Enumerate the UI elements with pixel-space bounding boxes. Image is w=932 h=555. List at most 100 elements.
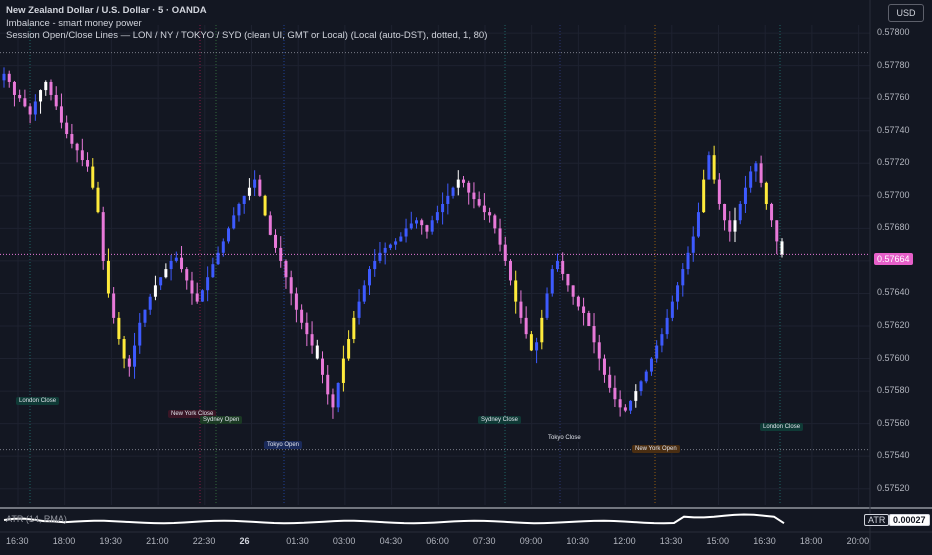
price-tick-label: 0.57720 — [877, 157, 910, 168]
time-tick-label: 07:30 — [473, 536, 496, 546]
candle-body — [258, 179, 262, 196]
candle-body — [96, 187, 100, 213]
time-tick-label: 03:00 — [332, 536, 356, 546]
time-tick-label: 06:00 — [426, 536, 449, 546]
candle-body — [7, 73, 11, 82]
candle-body — [571, 285, 575, 297]
candle-body — [451, 187, 455, 196]
candle-body — [775, 220, 779, 242]
candle-body — [482, 205, 486, 213]
candle-body — [263, 195, 267, 216]
time-tick-label: 16:30 — [753, 536, 776, 546]
candle-body — [467, 182, 471, 193]
candle-body — [75, 143, 79, 151]
candle-body — [133, 345, 137, 367]
candle-body — [227, 228, 231, 242]
chart-legend: New Zealand Dollar / U.S. Dollar · 5 · O… — [6, 5, 487, 43]
candle-body — [274, 234, 278, 248]
indicator-imbalance[interactable]: Imbalance - smart money power — [6, 18, 487, 31]
candle-body — [180, 257, 184, 270]
candle-body — [190, 280, 194, 294]
candle-body — [764, 182, 768, 204]
candle-body — [545, 293, 549, 318]
candle-body — [602, 358, 606, 375]
candle-body — [326, 374, 330, 395]
candle-body — [33, 101, 37, 115]
candle-body — [655, 345, 659, 359]
candle-body — [535, 342, 539, 351]
candle-body — [315, 345, 319, 359]
candle-body — [618, 399, 622, 408]
candle-body — [127, 358, 131, 367]
candle-body — [174, 257, 178, 261]
candle-body — [503, 244, 507, 261]
candle-body — [404, 228, 408, 237]
candle-body — [519, 301, 523, 318]
time-tick-label: 10:30 — [566, 536, 589, 546]
candle-body — [738, 203, 742, 221]
time-tick-label: 20:00 — [846, 536, 870, 546]
time-tick-label: 04:30 — [379, 536, 403, 546]
candle-body — [91, 166, 95, 188]
price-tick-label: 0.57540 — [877, 450, 910, 461]
candle-body — [80, 150, 84, 161]
candle-body — [28, 106, 32, 115]
candle-body — [441, 203, 445, 213]
candle-body — [670, 301, 674, 318]
candle-body — [18, 94, 22, 99]
atr-indicator-label[interactable]: ATR (14, RMA) — [6, 514, 67, 524]
candle-body — [143, 309, 147, 323]
candle-body — [54, 94, 58, 107]
candle-body — [613, 387, 617, 400]
candle-body — [446, 195, 450, 204]
candle-body — [383, 247, 387, 253]
candle-body — [524, 317, 528, 335]
candle-body — [294, 293, 298, 310]
candle-body — [237, 203, 241, 216]
time-tick-label: 12:00 — [613, 536, 636, 546]
candle-body — [754, 163, 758, 172]
price-tick-label: 0.57700 — [877, 189, 910, 200]
candle-body — [49, 81, 53, 95]
candle-body — [336, 382, 340, 408]
candle-body — [352, 317, 356, 340]
candle-body — [242, 195, 246, 204]
candle-body — [164, 269, 168, 278]
atr-line — [3, 513, 785, 525]
candle-body — [759, 163, 763, 183]
candle-body — [493, 215, 497, 229]
time-tick-label: 16:30 — [6, 536, 29, 546]
candle-body — [305, 322, 309, 335]
candle-body — [86, 160, 90, 167]
price-chart[interactable] — [0, 0, 932, 550]
candle-body — [122, 339, 126, 359]
candle-body — [253, 179, 257, 188]
candle-body — [2, 73, 6, 81]
candle-body — [347, 339, 351, 359]
candle-body — [216, 252, 220, 265]
candle-body — [696, 212, 700, 237]
candle-body — [576, 296, 580, 307]
symbol-title[interactable]: New Zealand Dollar / U.S. Dollar · 5 · O… — [6, 5, 487, 18]
candle-body — [388, 244, 392, 248]
price-tick-label: 0.57580 — [877, 385, 910, 396]
time-tick-label: 21:00 — [146, 536, 169, 546]
candle-body — [555, 260, 559, 270]
candle-body — [770, 203, 774, 221]
price-tick-label: 0.57800 — [877, 27, 910, 38]
time-tick-label: 15:00 — [706, 536, 730, 546]
candle-body — [112, 293, 116, 318]
candle-body — [472, 192, 476, 200]
currency-button[interactable]: USD — [888, 4, 924, 22]
price-tick-label: 0.57520 — [877, 482, 910, 493]
candle-body — [39, 90, 43, 102]
candle-body — [529, 334, 533, 351]
candle-body — [430, 220, 434, 232]
candle-body — [608, 374, 612, 388]
indicator-session-lines[interactable]: Session Open/Close Lines — LON / NY / TO… — [6, 30, 487, 43]
session-label: London Close — [16, 397, 60, 405]
chart-canvas[interactable] — [0, 0, 932, 550]
candle-body — [707, 155, 711, 180]
candle-body — [409, 223, 413, 229]
candle-body — [561, 260, 565, 274]
